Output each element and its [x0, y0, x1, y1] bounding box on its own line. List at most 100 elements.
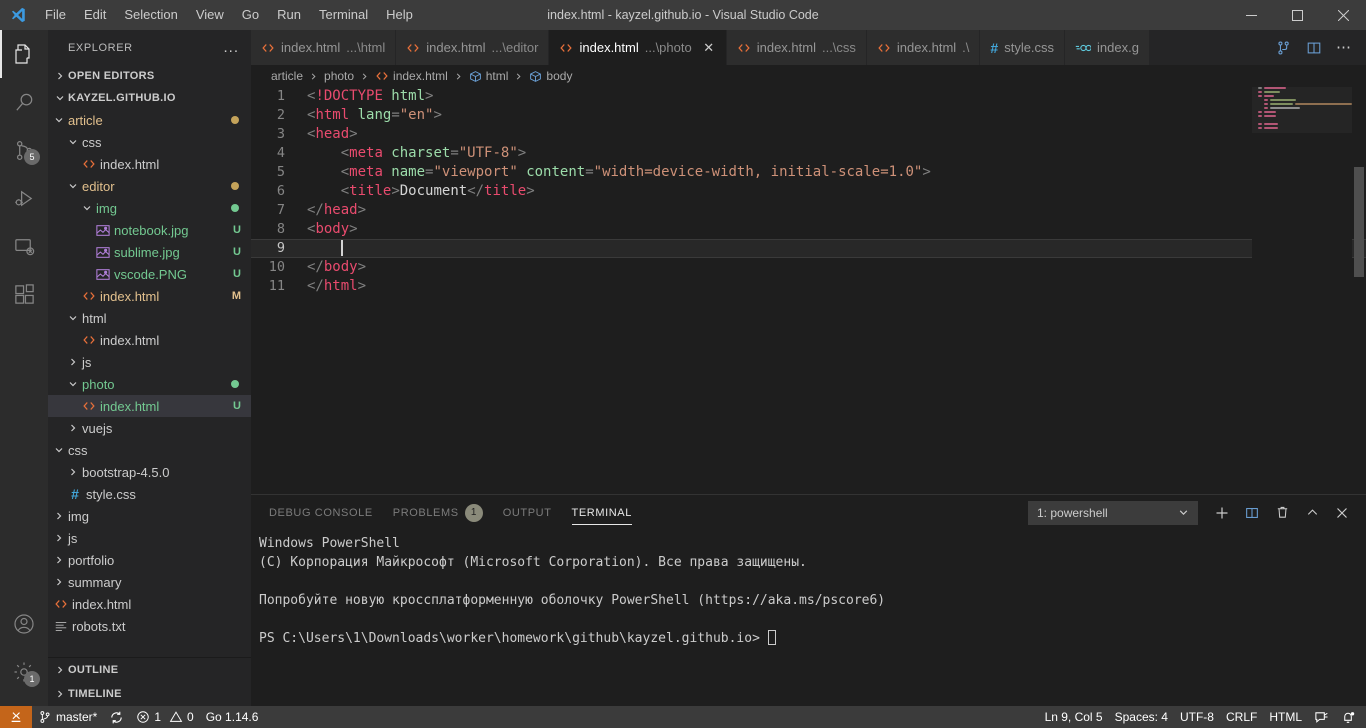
status-notifications-button[interactable] — [1335, 706, 1366, 728]
tab-close-icon[interactable]: ✕ — [702, 40, 716, 56]
editor-scrollbar[interactable] — [1352, 87, 1366, 494]
tree-item-index-html[interactable]: index.html M — [48, 285, 251, 307]
activity-run-debug[interactable] — [0, 174, 48, 222]
tree-item-style-css[interactable]: # style.css — [48, 483, 251, 505]
code-editor[interactable]: 1 <!DOCTYPE html> 2 <html lang="en"> 3 <head>… — [251, 87, 1366, 494]
menu-edit[interactable]: Edit — [75, 0, 115, 30]
code-line-8[interactable]: 8 <body> — [251, 220, 1366, 239]
tree-item-html[interactable]: html — [48, 307, 251, 329]
terminal-selector[interactable]: 1: powershell — [1028, 500, 1198, 525]
tree-item-css[interactable]: css — [48, 439, 251, 461]
code-line-1[interactable]: 1 <!DOCTYPE html> — [251, 87, 1366, 106]
split-editor-icon[interactable] — [1300, 30, 1328, 65]
section-open-editors[interactable]: OPEN EDITORS — [48, 65, 251, 87]
panel-tab-output[interactable]: OUTPUT — [493, 495, 562, 530]
twisty-icon[interactable] — [52, 555, 66, 565]
editor-tabs[interactable]: index.html ...\html index.html ...\editor in… — [251, 30, 1150, 65]
menu-selection[interactable]: Selection — [115, 0, 186, 30]
code-line-10[interactable]: 10 </body> — [251, 258, 1366, 277]
tree-item-vscode-png[interactable]: vscode.PNG U — [48, 263, 251, 285]
tree-item-index-html[interactable]: index.html — [48, 329, 251, 351]
breadcrumb-item-index-html[interactable]: index.html — [375, 69, 448, 83]
status-language-mode[interactable]: HTML — [1263, 706, 1308, 728]
new-terminal-icon[interactable] — [1208, 499, 1236, 527]
panel-tab-debug-console[interactable]: DEBUG CONSOLE — [259, 495, 383, 530]
code-line-5[interactable]: 5 <meta name="viewport" content="width=d… — [251, 163, 1366, 182]
editor-tab-4[interactable]: index.html .\ — [866, 30, 981, 65]
menu-file[interactable]: File — [36, 0, 75, 30]
tree-item-index-html[interactable]: index.html U — [48, 395, 251, 417]
tree-item-img[interactable]: img — [48, 197, 251, 219]
breadcrumb-item-html[interactable]: html — [469, 69, 508, 83]
twisty-icon[interactable] — [52, 445, 66, 455]
tree-item-photo[interactable]: photo — [48, 373, 251, 395]
breadcrumb[interactable]: article photo index.html html body — [251, 65, 1366, 87]
status-go-version[interactable]: Go 1.14.6 — [200, 706, 265, 728]
twisty-icon[interactable] — [66, 313, 80, 323]
activity-extensions[interactable] — [0, 270, 48, 318]
twisty-icon[interactable] — [66, 423, 80, 433]
minimap-slider[interactable] — [1252, 87, 1352, 133]
section-workspace[interactable]: KAYZEL.GITHUB.IO — [48, 87, 251, 109]
tree-item-css[interactable]: css — [48, 131, 251, 153]
editor-tab-5[interactable]: # style.css — [980, 30, 1066, 65]
twisty-icon[interactable] — [66, 181, 80, 191]
menu-go[interactable]: Go — [233, 0, 268, 30]
tree-item-article[interactable]: article — [48, 109, 251, 131]
status-indentation[interactable]: Spaces: 4 — [1109, 706, 1174, 728]
tree-item-editor[interactable]: editor — [48, 175, 251, 197]
tree-item-js[interactable]: js — [48, 351, 251, 373]
sidebar-more-actions-icon[interactable]: ... — [223, 40, 239, 55]
activity-accounts[interactable] — [0, 600, 48, 648]
code-content[interactable]: 1 <!DOCTYPE html> 2 <html lang="en"> 3 <head>… — [251, 87, 1366, 296]
breadcrumb-item-photo[interactable]: photo — [324, 69, 354, 83]
code-line-2[interactable]: 2 <html lang="en"> — [251, 106, 1366, 125]
activity-manage-settings[interactable]: 1 — [0, 648, 48, 696]
terminal-output[interactable]: Windows PowerShell (C) Корпорация Майкрос… — [251, 530, 1366, 706]
editor-tab-1[interactable]: index.html ...\editor — [396, 30, 550, 65]
kill-terminal-icon[interactable] — [1268, 499, 1296, 527]
file-tree[interactable]: article css index.html editor img notebook.jp… — [48, 109, 251, 657]
twisty-icon[interactable] — [52, 577, 66, 587]
code-line-4[interactable]: 4 <meta charset="UTF-8"> — [251, 144, 1366, 163]
panel-tabs[interactable]: DEBUG CONSOLE PROBLEMS 1 OUTPUT TERMINAL — [259, 495, 642, 530]
twisty-icon[interactable] — [52, 115, 66, 125]
tree-item-index-html[interactable]: index.html — [48, 593, 251, 615]
close-button[interactable] — [1320, 0, 1366, 30]
breadcrumb-item-body[interactable]: body — [529, 69, 572, 83]
twisty-icon[interactable] — [52, 511, 66, 521]
activity-explorer[interactable] — [0, 30, 48, 78]
activity-remote-explorer[interactable] — [0, 222, 48, 270]
tree-item-img[interactable]: img — [48, 505, 251, 527]
twisty-icon[interactable] — [80, 203, 94, 213]
section-timeline[interactable]: TIMELINE — [48, 682, 251, 706]
status-feedback-button[interactable] — [1308, 706, 1335, 728]
panel-tab-problems[interactable]: PROBLEMS 1 — [383, 495, 493, 530]
split-terminal-icon[interactable] — [1238, 499, 1266, 527]
editor-tab-2[interactable]: index.html ...\photo ✕ — [549, 30, 727, 65]
maximize-button[interactable] — [1274, 0, 1320, 30]
code-line-9[interactable]: 9 — [251, 238, 1366, 258]
status-eol[interactable]: CRLF — [1220, 706, 1263, 728]
breadcrumb-item-article[interactable]: article — [271, 69, 303, 83]
tree-item-js[interactable]: js — [48, 527, 251, 549]
status-sync-button[interactable] — [103, 706, 130, 728]
tree-item-notebook-jpg[interactable]: notebook.jpg U — [48, 219, 251, 241]
more-actions-icon[interactable]: ⋯ — [1330, 30, 1358, 65]
editor-scrollbar-thumb[interactable] — [1354, 167, 1364, 277]
status-cursor-position[interactable]: Ln 9, Col 5 — [1039, 706, 1109, 728]
tree-item-bootstrap-4-5-0[interactable]: bootstrap-4.5.0 — [48, 461, 251, 483]
status-branch[interactable]: master* — [32, 706, 103, 728]
status-remote-button[interactable] — [0, 706, 32, 728]
editor-tab-0[interactable]: index.html ...\html — [251, 30, 397, 65]
twisty-icon[interactable] — [66, 467, 80, 477]
menu-run[interactable]: Run — [268, 0, 310, 30]
twisty-icon[interactable] — [66, 379, 80, 389]
menu-view[interactable]: View — [187, 0, 233, 30]
code-line-11[interactable]: 11 </html> — [251, 277, 1366, 296]
menu-help[interactable]: Help — [377, 0, 422, 30]
editor-tab-3[interactable]: index.html ...\css — [726, 30, 867, 65]
status-encoding[interactable]: UTF-8 — [1174, 706, 1220, 728]
tree-item-robots-txt[interactable]: robots.txt — [48, 615, 251, 637]
code-line-7[interactable]: 7 </head> — [251, 201, 1366, 220]
